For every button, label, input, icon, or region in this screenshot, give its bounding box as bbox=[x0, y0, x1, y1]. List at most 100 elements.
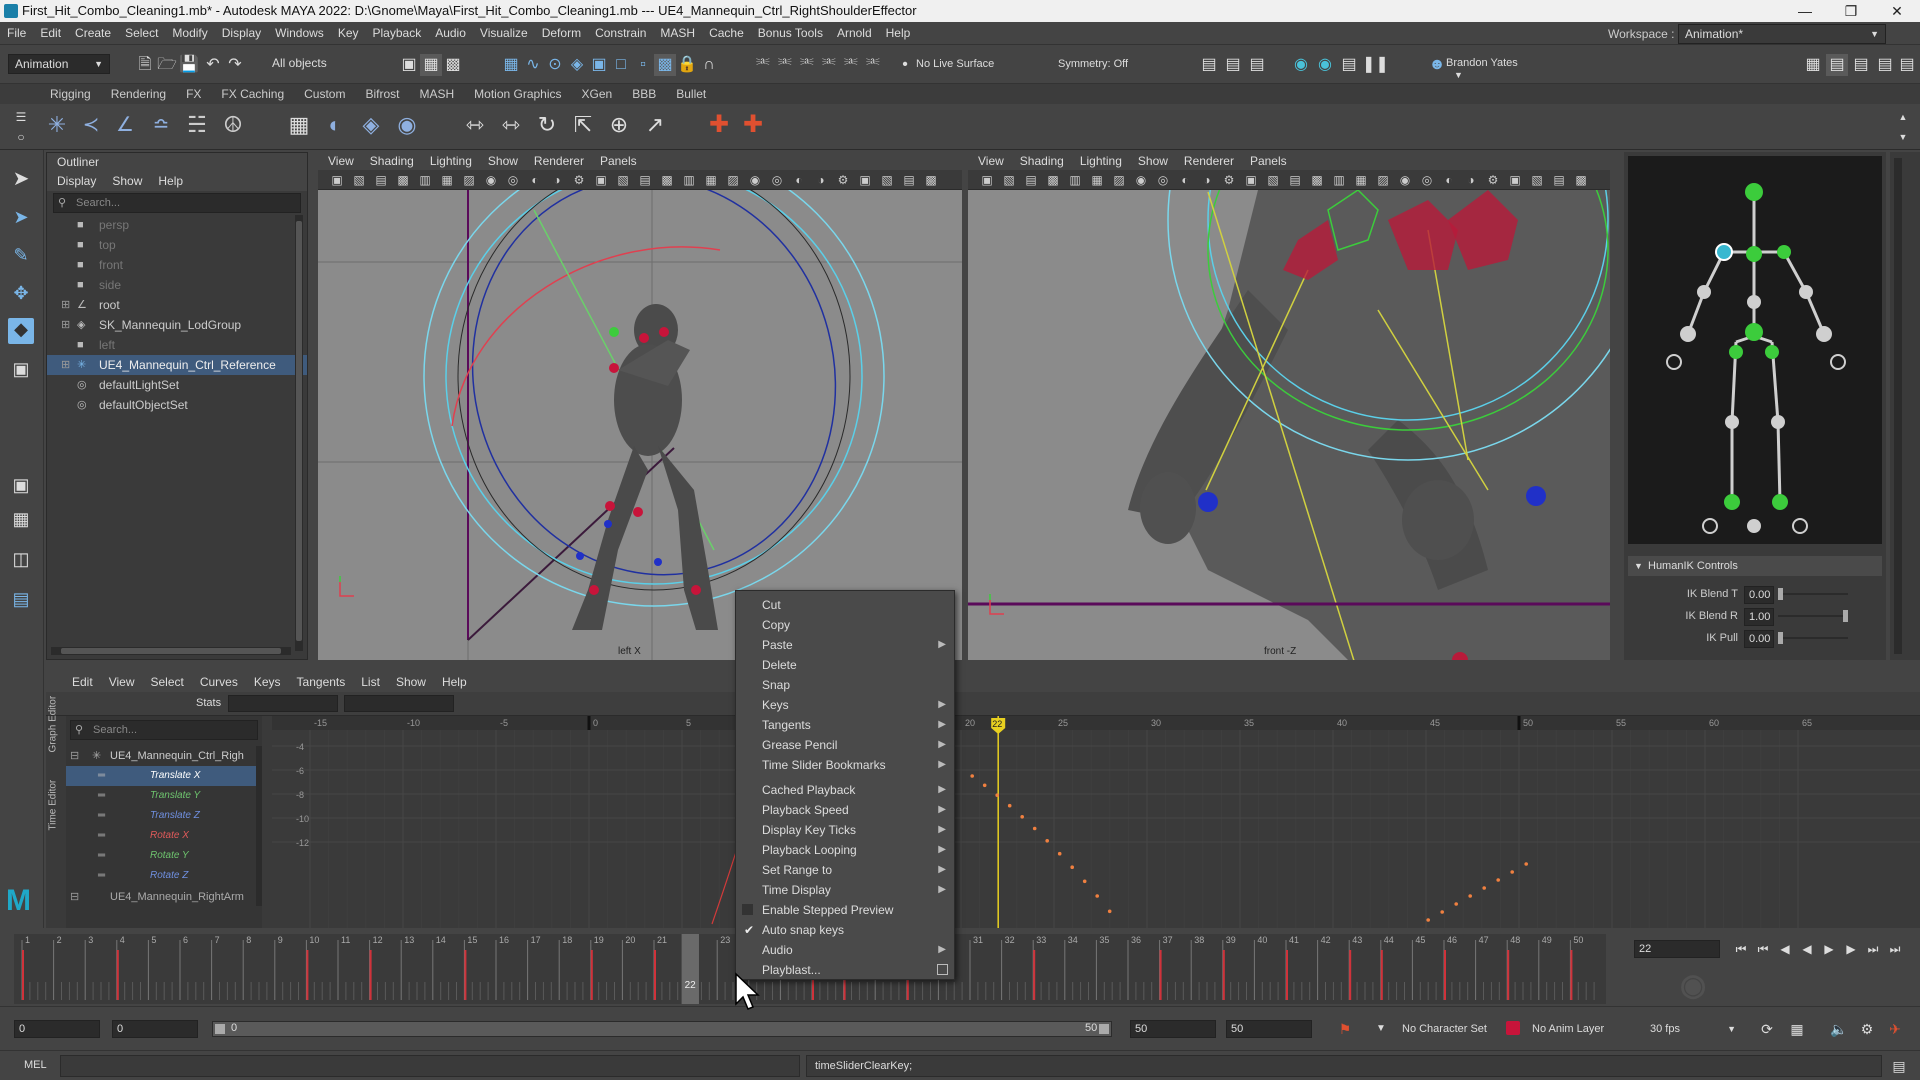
channel-scrollbar[interactable] bbox=[1894, 158, 1902, 654]
fps-dropdown[interactable]: 30 fps ▼ bbox=[1650, 1020, 1740, 1038]
collapse-icon[interactable]: ⊟ bbox=[70, 746, 79, 766]
viewport-left-tool-12-icon[interactable]: ▣ bbox=[590, 169, 612, 191]
pole-vector-icon[interactable]: ↗ bbox=[644, 114, 666, 136]
viewport-right-tool-5-icon[interactable]: ▦ bbox=[1086, 169, 1108, 191]
new-scene-icon[interactable]: 🗎 bbox=[134, 54, 156, 76]
time-editor-tab[interactable]: Time Editor bbox=[48, 761, 59, 831]
viewport-right-tool-10-icon[interactable]: ◑ bbox=[1196, 169, 1218, 191]
menu-cache[interactable]: Cache bbox=[702, 26, 751, 40]
context-menu-item-delete[interactable]: Delete bbox=[736, 655, 954, 675]
shelf-options-icon[interactable]: ○ bbox=[10, 126, 32, 148]
outliner-menu-display[interactable]: Display bbox=[57, 174, 96, 188]
render-view-icon[interactable]: ▤ bbox=[1198, 54, 1220, 76]
viewport-right-tool-1-icon[interactable]: ▧ bbox=[998, 169, 1020, 191]
command-mode-label[interactable]: MEL bbox=[24, 1059, 47, 1071]
viewport-right-tool-7-icon[interactable]: ◉ bbox=[1130, 169, 1152, 191]
viewport-right-tool-9-icon[interactable]: ◐ bbox=[1174, 169, 1196, 191]
outliner-item-front[interactable]: ■ front bbox=[47, 255, 307, 275]
playback-end-field[interactable]: 50 bbox=[1130, 1020, 1216, 1038]
menu-edit[interactable]: Edit bbox=[33, 26, 68, 40]
shelf-scroll-down-icon[interactable]: ▼ bbox=[1892, 126, 1914, 148]
snap-to-view-plane-icon[interactable]: ◈ bbox=[566, 54, 588, 76]
graph-channel-rotate-y[interactable]: ═ Rotate Y bbox=[66, 846, 256, 866]
curve-key-point[interactable] bbox=[1510, 870, 1514, 874]
context-menu-item-keys[interactable]: Keys ▶ bbox=[736, 695, 954, 715]
maximize-button[interactable]: ❐ bbox=[1828, 0, 1874, 22]
shelf-tab-bbb[interactable]: BBB bbox=[622, 87, 666, 101]
humanik-slider-handle[interactable] bbox=[1843, 610, 1848, 622]
outliner-menu-help[interactable]: Help bbox=[158, 174, 183, 188]
curve-key-point[interactable] bbox=[1007, 803, 1012, 808]
create-joint-icon[interactable]: ✳ bbox=[46, 114, 68, 136]
viewport-right-tool-0-icon[interactable]: ▣ bbox=[976, 169, 998, 191]
viewport-right-tool-25-icon[interactable]: ▧ bbox=[1526, 169, 1548, 191]
graph-menu-show[interactable]: Show bbox=[396, 675, 426, 689]
menu-constrain[interactable]: Constrain bbox=[588, 26, 653, 40]
curve-key-point[interactable] bbox=[1032, 826, 1037, 831]
graph-channel-translate-y[interactable]: ═ Translate Y bbox=[66, 786, 256, 806]
menu-deform[interactable]: Deform bbox=[535, 26, 588, 40]
mirror-joint-icon[interactable]: ≏ bbox=[150, 114, 172, 136]
parent-constraint-icon[interactable]: ⇿ bbox=[464, 114, 486, 136]
viewport-right-menu-shading[interactable]: Shading bbox=[1020, 154, 1064, 168]
viewport-left-menu-panels[interactable]: Panels bbox=[600, 154, 637, 168]
single-perspective-layout-icon[interactable]: ▣ bbox=[10, 474, 32, 496]
input-ops-icon[interactable]: ⎃ bbox=[774, 54, 796, 76]
graph-menu-edit[interactable]: Edit bbox=[72, 675, 93, 689]
character-set-label[interactable]: No Character Set bbox=[1402, 1023, 1487, 1035]
shelf-tab-fx-caching[interactable]: FX Caching bbox=[211, 87, 294, 101]
menu-playback[interactable]: Playback bbox=[366, 26, 429, 40]
graph-outliner-scrollbar[interactable] bbox=[256, 746, 262, 906]
curve-key-point[interactable] bbox=[1468, 894, 1472, 898]
viewport-right-tool-2-icon[interactable]: ▤ bbox=[1020, 169, 1042, 191]
viewport-left-tool-2-icon[interactable]: ▤ bbox=[370, 169, 392, 191]
mannequin-figure[interactable] bbox=[572, 304, 718, 630]
select-tool-icon[interactable]: ➤ bbox=[10, 168, 32, 190]
curve-key-point[interactable] bbox=[1454, 902, 1458, 906]
viewport-right-tool-26-icon[interactable]: ▤ bbox=[1548, 169, 1570, 191]
snap-to-grid-icon[interactable]: ▦ bbox=[500, 54, 522, 76]
remove-attribute-icon[interactable]: ✚ bbox=[742, 113, 764, 137]
viewport-right-menu-panels[interactable]: Panels bbox=[1250, 154, 1287, 168]
loop-icon[interactable]: ⟳ bbox=[1756, 1018, 1778, 1040]
shelf-tab-xgen[interactable]: XGen bbox=[572, 87, 623, 101]
channel-box-toggle-icon[interactable]: ▤ bbox=[1826, 54, 1848, 76]
viewport-left-tool-26-icon[interactable]: ▤ bbox=[898, 169, 920, 191]
viewport-left-tool-10-icon[interactable]: ◑ bbox=[546, 169, 568, 191]
selection-mode-field[interactable]: All objects bbox=[272, 56, 372, 74]
graph-channel-translate-z[interactable]: ═ Translate Z bbox=[66, 806, 256, 826]
collapse-icon[interactable]: ⊟ bbox=[70, 890, 79, 904]
viewport-left-tool-24-icon[interactable]: ▣ bbox=[854, 169, 876, 191]
construction-history-icon[interactable]: ⎃ bbox=[752, 54, 774, 76]
viewport-left-tool-14-icon[interactable]: ▤ bbox=[634, 169, 656, 191]
graph-channel-translate-x[interactable]: ═ Translate X bbox=[66, 766, 256, 786]
context-menu-item-playblast[interactable]: Playblast... bbox=[736, 960, 954, 980]
viewport-left-tool-17-icon[interactable]: ▦ bbox=[700, 169, 722, 191]
graph-tree-next[interactable]: ⊟ UE4_Mannequin_RightArm bbox=[66, 890, 256, 904]
live-surface-icon[interactable]: • bbox=[894, 54, 916, 76]
soft-mod-icon[interactable]: ◉ bbox=[396, 114, 418, 136]
humanik-slider[interactable] bbox=[1778, 632, 1848, 644]
paint-select-icon[interactable]: ✎ bbox=[10, 244, 32, 266]
step-back-frame-icon[interactable]: ◀ bbox=[1774, 938, 1796, 960]
add-attribute-icon[interactable]: ✚ bbox=[708, 113, 730, 137]
viewport-left-tool-4-icon[interactable]: ▥ bbox=[414, 169, 436, 191]
menu-modify[interactable]: Modify bbox=[165, 26, 214, 40]
orient-constraint-icon[interactable]: ↻ bbox=[536, 114, 558, 136]
viewport-right-tool-23-icon[interactable]: ⚙ bbox=[1482, 169, 1504, 191]
lock-icon[interactable]: 🔒 bbox=[676, 54, 698, 76]
viewport-right-tool-12-icon[interactable]: ▣ bbox=[1240, 169, 1262, 191]
viewport-left-tool-7-icon[interactable]: ◉ bbox=[480, 169, 502, 191]
humanik-slider[interactable] bbox=[1778, 610, 1848, 622]
humanik-character-map[interactable] bbox=[1628, 156, 1882, 544]
sound-icon[interactable]: 🔈 bbox=[1828, 1018, 1850, 1040]
close-button[interactable]: ✕ bbox=[1874, 0, 1920, 22]
play-forwards-icon[interactable]: ▶ bbox=[1818, 938, 1840, 960]
viewport-left-tool-21-icon[interactable]: ◐ bbox=[788, 169, 810, 191]
shelf-scroll-up-icon[interactable]: ▲ bbox=[1892, 106, 1914, 128]
graph-channel-rotate-x[interactable]: ═ Rotate X bbox=[66, 826, 256, 846]
cache-icon[interactable]: ▦ bbox=[1786, 1018, 1808, 1040]
graph-menu-keys[interactable]: Keys bbox=[254, 675, 281, 689]
graph-menu-tangents[interactable]: Tangents bbox=[297, 675, 346, 689]
modeling-toolkit-icon[interactable]: ▦ bbox=[1802, 54, 1824, 76]
